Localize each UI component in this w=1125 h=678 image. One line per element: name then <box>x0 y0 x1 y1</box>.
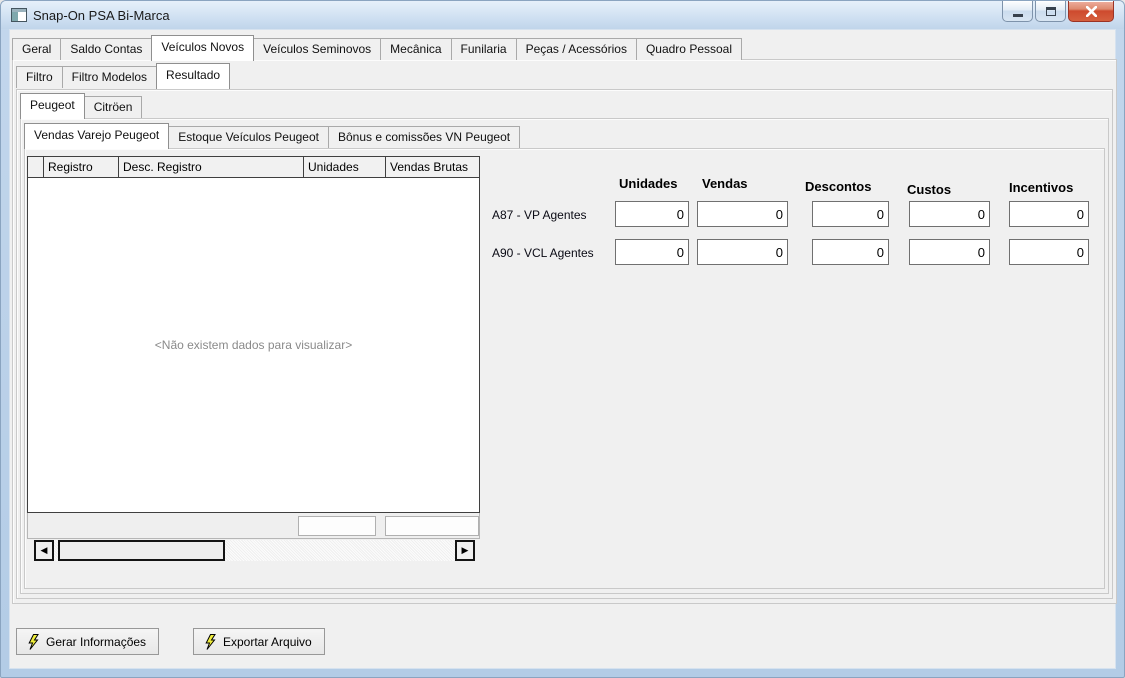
gerar-informacoes-label: Gerar Informações <box>46 634 147 649</box>
tab-quadro-pessoal[interactable]: Quadro Pessoal <box>635 38 743 60</box>
tab-saldo-contas[interactable]: Saldo Contas <box>60 38 153 60</box>
form-header-custos: Custos <box>907 182 952 197</box>
lightning-icon <box>28 633 39 650</box>
scroll-right-button[interactable]: ▶ <box>455 540 475 561</box>
app-window: Snap-On PSA Bi-Marca Geral Saldo Contas … <box>0 0 1125 678</box>
section-tabstrip: Vendas Varejo Peugeot Estoque Veículos P… <box>24 122 521 149</box>
vendas-varejo-page: Registro Desc. Registro Unidades Vendas … <box>24 148 1105 589</box>
grid-header-unidades[interactable]: Unidades <box>304 157 386 177</box>
resultado-page: Peugeot Citröen Vendas Varejo Peugeot Es… <box>16 89 1113 599</box>
peugeot-page: Vendas Varejo Peugeot Estoque Veículos P… <box>20 118 1109 594</box>
tab-veiculos-seminovos[interactable]: Veículos Seminovos <box>253 38 382 60</box>
input-a87-incentivos[interactable] <box>1009 201 1089 227</box>
form-header-unidades: Unidades <box>619 176 678 191</box>
minimize-icon <box>1012 13 1023 17</box>
tab-filtro-modelos[interactable]: Filtro Modelos <box>61 66 158 88</box>
scroll-left-icon: ◀ <box>40 545 48 555</box>
input-a90-custos[interactable] <box>909 239 990 265</box>
grid-footer-row <box>27 513 480 539</box>
input-a87-unidades[interactable] <box>615 201 689 227</box>
lightning-icon <box>205 633 216 650</box>
tab-funilaria[interactable]: Funilaria <box>450 38 517 60</box>
scrollbar-thumb[interactable] <box>58 540 225 561</box>
input-a90-vendas[interactable] <box>697 239 788 265</box>
grid-header-vendas-brutas[interactable]: Vendas Brutas <box>386 157 479 177</box>
row-label-a90-vcl-agentes: A90 - VCL Agentes <box>492 246 594 260</box>
form-header-incentivos: Incentivos <box>1009 180 1074 195</box>
grid-header-desc-registro[interactable]: Desc. Registro <box>119 157 304 177</box>
footer-total-vendas-brutas <box>385 516 479 536</box>
scroll-right-icon: ▶ <box>461 545 469 555</box>
tab-vendas-varejo-peugeot[interactable]: Vendas Varejo Peugeot <box>24 123 170 149</box>
grid-body[interactable]: <Não existem dados para visualizar> <box>27 178 480 513</box>
tab-filtro[interactable]: Filtro <box>16 66 63 88</box>
tab-estoque-veiculos-peugeot[interactable]: Estoque Veículos Peugeot <box>168 126 329 148</box>
tab-peugeot[interactable]: Peugeot <box>20 93 85 119</box>
veiculos-novos-page: Filtro Filtro Modelos Resultado Peugeot … <box>12 59 1117 604</box>
tab-resultado[interactable]: Resultado <box>156 63 231 89</box>
result-tabstrip: Filtro Filtro Modelos Resultado <box>16 62 231 89</box>
input-a87-vendas[interactable] <box>697 201 788 227</box>
close-icon <box>1085 5 1097 17</box>
input-a90-descontos[interactable] <box>812 239 889 265</box>
tab-veiculos-novos[interactable]: Veículos Novos <box>151 35 255 61</box>
input-a87-descontos[interactable] <box>812 201 889 227</box>
footer-total-unidades <box>298 516 376 536</box>
exportar-arquivo-button[interactable]: Exportar Arquivo <box>193 628 325 655</box>
tab-geral[interactable]: Geral <box>12 38 62 60</box>
row-label-a87-vp-agentes: A87 - VP Agentes <box>492 208 587 222</box>
grid-header-indicator <box>28 157 44 177</box>
scroll-left-button[interactable]: ◀ <box>34 540 54 561</box>
window-title: Snap-On PSA Bi-Marca <box>33 7 170 23</box>
form-header-descontos: Descontos <box>805 179 872 194</box>
maximize-button[interactable] <box>1035 1 1066 22</box>
grid-header-row: Registro Desc. Registro Unidades Vendas … <box>27 156 480 178</box>
maximize-icon <box>1045 6 1056 16</box>
form-header-vendas: Vendas <box>702 176 748 191</box>
app-icon <box>11 8 27 22</box>
tab-citroen[interactable]: Citröen <box>83 96 143 118</box>
input-a87-custos[interactable] <box>909 201 990 227</box>
tab-bonus-comissoes-vn-peugeot[interactable]: Bônus e comissões VN Peugeot <box>328 126 521 148</box>
sales-grid: Registro Desc. Registro Unidades Vendas … <box>27 156 480 561</box>
tab-mecanica[interactable]: Mecânica <box>380 38 452 60</box>
title-bar[interactable]: Snap-On PSA Bi-Marca <box>1 1 1124 29</box>
input-a90-incentivos[interactable] <box>1009 239 1089 265</box>
horizontal-scrollbar[interactable]: ◀ ▶ <box>34 540 475 561</box>
client-area: Geral Saldo Contas Veículos Novos Veícul… <box>9 29 1117 669</box>
tab-pecas-acessorios[interactable]: Peças / Acessórios <box>515 38 637 60</box>
input-a90-unidades[interactable] <box>615 239 689 265</box>
close-button[interactable] <box>1068 1 1114 22</box>
brand-tabstrip: Peugeot Citröen <box>20 92 143 119</box>
gerar-informacoes-button[interactable]: Gerar Informações <box>16 628 160 655</box>
grid-empty-message: <Não existem dados para visualizar> <box>154 338 353 352</box>
grid-header-registro[interactable]: Registro <box>44 157 119 177</box>
main-tabstrip: Geral Saldo Contas Veículos Novos Veícul… <box>12 34 743 61</box>
minimize-button[interactable] <box>1002 1 1033 22</box>
exportar-arquivo-label: Exportar Arquivo <box>223 634 312 649</box>
